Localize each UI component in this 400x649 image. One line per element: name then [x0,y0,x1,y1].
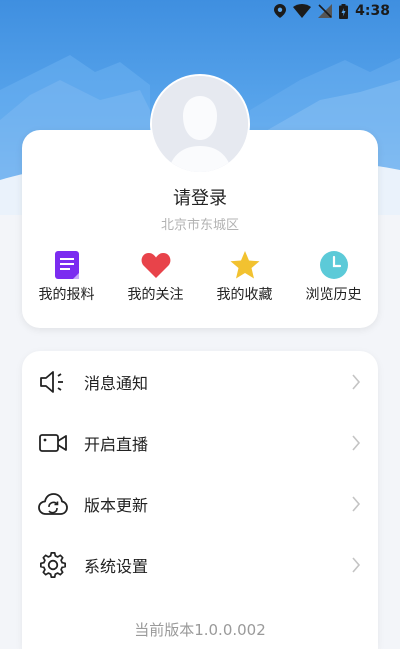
quick-action-label: 我的关注 [127,287,184,303]
version-text: 当前版本1.0.0.002 [134,621,266,639]
gear-icon [38,550,68,580]
status-bar: 4:38 [0,0,400,22]
chevron-right-icon [352,557,361,573]
wifi-icon [293,4,312,18]
cloud-refresh-icon [38,489,68,519]
menu-item-system-settings[interactable]: 系统设置 [22,539,378,591]
quick-action-label: 我的报料 [38,287,95,303]
settings-menu: 消息通知 开启直播 版本更新 系统设置 当前版本1.0.0.002 [22,351,378,649]
menu-item-start-live[interactable]: 开启直播 [22,417,378,469]
menu-item-version-update[interactable]: 版本更新 [22,478,378,530]
clock-time: 4:38 [355,3,390,19]
menu-item-label: 系统设置 [84,557,149,576]
no-signal-icon [318,4,333,18]
quick-action-my-reports[interactable]: 我的报料 [22,250,111,304]
battery-charging-icon [339,3,349,19]
quick-action-label: 浏览历史 [305,287,362,303]
quick-action-label: 我的收藏 [216,287,273,303]
location-text: 北京市东城区 [160,218,239,233]
login-prompt[interactable]: 请登录 [22,184,378,210]
chevron-right-icon [352,496,361,512]
report-icon [52,250,82,280]
heart-icon [141,250,171,280]
clock-icon [319,250,349,280]
quick-actions: 我的报料 我的关注 我的收藏 浏览历史 [22,250,378,304]
video-camera-icon [38,428,68,458]
quick-action-browsing-history[interactable]: 浏览历史 [289,250,378,304]
chevron-right-icon [352,374,361,390]
menu-item-label: 版本更新 [84,496,149,515]
menu-item-label: 消息通知 [84,374,149,393]
menu-item-label: 开启直播 [84,435,149,454]
chevron-right-icon [352,435,361,451]
location-icon [274,4,287,18]
menu-item-notifications[interactable]: 消息通知 [22,356,378,408]
avatar-placeholder-icon [152,76,248,172]
star-icon [230,250,260,280]
avatar[interactable] [150,74,250,174]
quick-action-my-favorites[interactable]: 我的收藏 [200,250,289,304]
speaker-icon [38,367,68,397]
quick-action-my-follows[interactable]: 我的关注 [111,250,200,304]
